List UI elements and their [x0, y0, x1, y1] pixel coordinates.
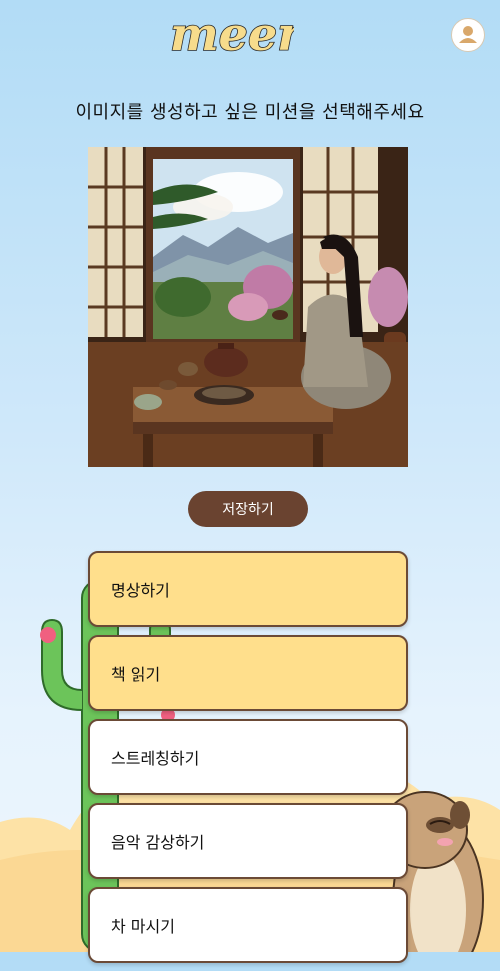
meer-logo[interactable]: meer	[168, 10, 294, 60]
mission-label: 책 읽기	[111, 665, 161, 684]
mission-label: 음악 감상하기	[111, 833, 205, 852]
mission-label: 스트레칭하기	[111, 749, 200, 768]
mission-label: 명상하기	[111, 581, 170, 600]
user-avatar-icon	[459, 26, 477, 43]
mission-list: 명상하기 책 읽기 스트레칭하기 음악 감상하기 차 마시기	[88, 551, 408, 971]
mission-item-stretching[interactable]: 스트레칭하기	[88, 719, 408, 795]
mission-label: 차 마시기	[111, 917, 175, 936]
mission-item-meditation[interactable]: 명상하기	[88, 551, 408, 627]
save-button[interactable]: 저장하기	[188, 491, 308, 527]
mission-item-music[interactable]: 음악 감상하기	[88, 803, 408, 879]
mission-item-reading[interactable]: 책 읽기	[88, 635, 408, 711]
profile-button[interactable]	[451, 18, 485, 52]
generated-image	[88, 147, 408, 467]
page-title: 이미지를 생성하고 싶은 미션을 선택해주세요	[75, 102, 425, 123]
logo-text: meer	[170, 10, 294, 60]
